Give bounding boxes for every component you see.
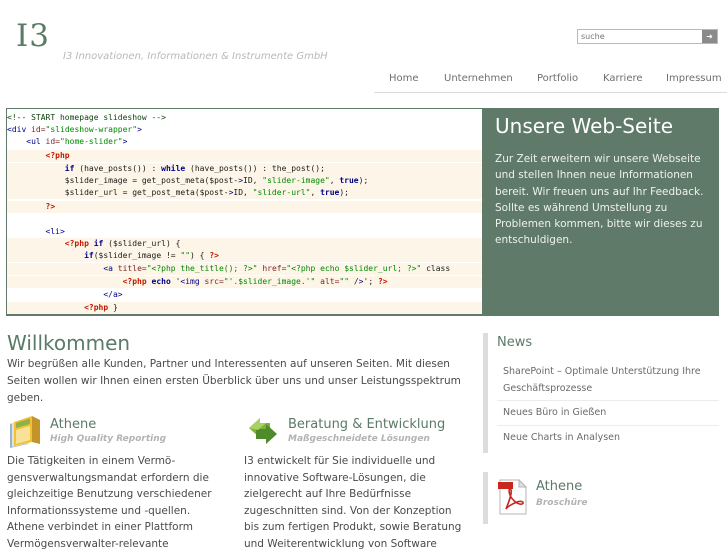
green-arrows-icon[interactable] bbox=[246, 414, 280, 452]
news-item[interactable]: Neues Büro in Gießen bbox=[503, 404, 719, 421]
feature-subtitle: High Quality Reporting bbox=[50, 434, 167, 444]
feature-title[interactable]: Beratung & Entwicklung bbox=[288, 417, 445, 432]
feature-text: Die Tätigkeiten in einem Vermö-gensverwa… bbox=[7, 455, 212, 550]
nav-divider bbox=[374, 92, 727, 93]
code-line: $slider_url = get_post_meta($post->ID, "… bbox=[7, 187, 482, 199]
search-input[interactable] bbox=[578, 30, 701, 43]
news-divider bbox=[497, 425, 719, 426]
feature-text: I3 entwickelt für Sie individuelle und i… bbox=[244, 455, 462, 550]
code-line: <?php echo '<img src="'.$slider_image.'"… bbox=[7, 276, 482, 288]
logo[interactable]: I3 bbox=[16, 18, 50, 54]
code-line: <?php bbox=[7, 150, 482, 162]
nav-item-portfolio[interactable]: Portfolio bbox=[537, 73, 578, 84]
pdf-icon[interactable] bbox=[498, 478, 528, 515]
search-box: ➜ bbox=[577, 29, 718, 44]
company-tagline: I3 Innovationen, Informationen & Instrum… bbox=[63, 51, 328, 62]
code-line: <?php } bbox=[7, 302, 482, 314]
nav-item-home[interactable]: Home bbox=[389, 73, 419, 84]
nav-item-unternehmen[interactable]: Unternehmen bbox=[444, 73, 513, 84]
code-line: </a> bbox=[103, 290, 123, 299]
slide-text: Zur Zeit erweitern wir unsere Webseite u… bbox=[495, 153, 704, 247]
welcome-text: Wir begrüßen alle Kunden, Partner und In… bbox=[7, 358, 461, 404]
brochure-title[interactable]: Athene bbox=[536, 479, 582, 494]
news-divider bbox=[497, 400, 719, 401]
news-heading: News bbox=[497, 335, 533, 350]
code-line: <!-- START homepage slideshow --> bbox=[7, 113, 166, 122]
book-icon[interactable] bbox=[8, 414, 42, 452]
brochure-accent-bar bbox=[483, 472, 488, 524]
feature-subtitle: Maßgeschneidete Lösungen bbox=[288, 434, 430, 444]
code-line: if (have_posts()) : while (have_posts())… bbox=[7, 163, 482, 175]
news-accent-bar bbox=[483, 333, 488, 453]
nav-item-impressum[interactable]: Impressum bbox=[666, 73, 722, 84]
code-line: <li> bbox=[45, 227, 65, 236]
code-line: if($slider_image != "") { ?> bbox=[7, 250, 482, 262]
welcome-heading: Willkommen bbox=[7, 331, 131, 355]
arrow-right-icon: ➜ bbox=[706, 32, 713, 41]
code-line: <ul id="home-slider"> bbox=[26, 137, 128, 146]
news-item[interactable]: SharePoint – Optimale Unterstützung Ihre… bbox=[503, 363, 719, 397]
code-line: <div id="slideshow-wrapper"> bbox=[7, 125, 142, 134]
code-line: ?> bbox=[7, 201, 482, 213]
nav-item-karriere[interactable]: Karriere bbox=[603, 73, 643, 84]
news-item[interactable]: Neue Charts in Analysen bbox=[503, 429, 719, 446]
code-line: <a title="<?php the_title(); ?>" href="<… bbox=[7, 263, 482, 275]
search-submit-button[interactable]: ➜ bbox=[702, 30, 717, 43]
slide-code-image: <!-- START homepage slideshow --> <div i… bbox=[7, 109, 482, 314]
brochure-subtitle: Broschüre bbox=[536, 498, 588, 508]
code-line: <?php if ($slider_url) { bbox=[7, 238, 482, 250]
slideshow[interactable]: <!-- START homepage slideshow --> <div i… bbox=[6, 108, 719, 316]
slide-title: Unsere Web-Seite bbox=[495, 114, 674, 138]
code-line: $slider_image = get_post_meta($post->ID,… bbox=[7, 175, 482, 187]
feature-title[interactable]: Athene bbox=[50, 417, 96, 432]
